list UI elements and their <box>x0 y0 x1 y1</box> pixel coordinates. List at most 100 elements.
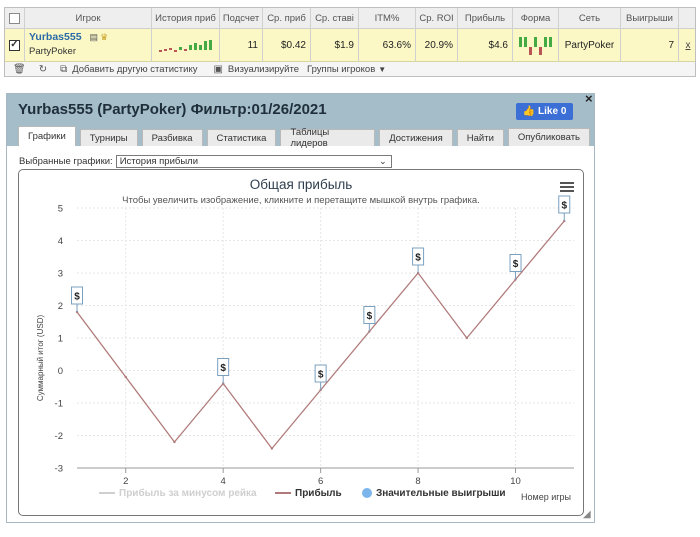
x-tick-label: 4 <box>221 476 226 487</box>
visualize-button[interactable]: ▣ Визуализируйте <box>213 64 299 75</box>
profit-point <box>465 336 469 340</box>
profit-series-line <box>76 220 565 450</box>
header-avg-roi[interactable]: Ср. ROI <box>416 8 458 28</box>
itm-cell: 63.6% <box>359 29 416 61</box>
dialog-titlebar[interactable]: Yurbas555 (PartyPoker) Фильтр:01/26/2021… <box>7 91 594 149</box>
player-groups-dropdown[interactable]: Группы игроков ▼ <box>307 64 386 75</box>
tab-find[interactable]: Найти <box>456 129 504 146</box>
stats-table-header: Игрок История приб Подсчет Ср. приб Ср. … <box>5 8 695 29</box>
form-bars <box>518 37 552 55</box>
thumbs-up-icon: 👍 <box>522 106 536 117</box>
y-tick-label: 5 <box>58 204 63 215</box>
header-wins[interactable]: Выигрыши <box>621 8 679 28</box>
header-player[interactable]: Игрок <box>25 8 152 28</box>
avg-profit-cell: $0.42 <box>263 29 311 61</box>
legend-rake-label: Прибыль за минусом рейка <box>119 487 257 499</box>
player-network: PartyPoker <box>29 46 76 57</box>
remove-row-button[interactable]: x <box>679 29 697 61</box>
y-tick-label: 3 <box>58 269 63 280</box>
header-count[interactable]: Подсчет <box>220 8 263 28</box>
trash-icon: 🗑 <box>13 64 26 75</box>
big-win-label: $ <box>561 201 567 212</box>
header-avg-profit[interactable]: Ср. приб <box>263 8 311 28</box>
x-tick-label: 8 <box>415 476 420 487</box>
header-spacer <box>679 8 697 28</box>
form-sparkline <box>513 29 559 61</box>
add-stats-button[interactable]: ⧉ Добавить другую статистику <box>60 64 197 75</box>
player-name-line: Yurbas555 ▤ ♛ <box>29 29 108 43</box>
legend-big-wins-label: Значительные выигрыши <box>376 488 506 499</box>
tab-achievements[interactable]: Достижения <box>379 129 453 146</box>
trophy-icon: ♛ <box>100 31 109 42</box>
big-win-label: $ <box>367 311 373 322</box>
facebook-like-button[interactable]: 👍 Like 0 <box>516 103 573 120</box>
player-name-link[interactable]: Yurbas555 <box>29 31 82 43</box>
image-icon: ▣ <box>213 64 223 75</box>
avg-stake-cell: $1.9 <box>311 29 359 61</box>
legend-big-wins-swatch <box>362 488 372 498</box>
selected-charts-label: Выбранные графики: <box>19 156 113 167</box>
tab-statistics[interactable]: Статистика <box>206 129 277 146</box>
y-tick-label: -2 <box>55 431 63 442</box>
profit-chart[interactable]: Общая прибыль Чтобы увеличить изображение… <box>19 170 583 515</box>
tab-breakdown[interactable]: Разбивка <box>141 129 203 146</box>
row-select-cell[interactable]: ✓ <box>5 29 25 61</box>
tab-charts[interactable]: Графики <box>18 126 76 146</box>
stats-table: Игрок История приб Подсчет Ср. приб Ср. … <box>4 7 696 77</box>
copy-icon: ⧉ <box>60 64 68 75</box>
stats-toolbar: 🗑 ↻ ⧉ Добавить другую статистику ▣ Визуали… <box>5 62 695 77</box>
close-dialog-button[interactable]: × <box>585 91 593 106</box>
profit-point <box>270 447 274 450</box>
header-avg-stake[interactable]: Ср. ставі <box>311 8 359 28</box>
chart-title: Общая прибыль <box>250 177 353 192</box>
y-axis-label: Суммарный итог (USD) <box>36 315 45 402</box>
row-checkbox[interactable]: ✓ <box>9 39 20 51</box>
profit-point <box>173 440 176 444</box>
player-dialog: Yurbas555 (PartyPoker) Фильтр:01/26/2021… <box>6 91 595 523</box>
count-cell: 11 <box>220 29 263 61</box>
chevron-down-icon: ⌄ <box>379 156 387 166</box>
big-win-label: $ <box>318 370 324 381</box>
avg-roi-cell: 20.9% <box>416 29 458 61</box>
x-axis-label: Номер игры <box>521 492 571 502</box>
caret-down-icon: ▼ <box>378 65 387 74</box>
chart-container[interactable]: Общая прибыль Чтобы увеличить изображение… <box>18 169 584 516</box>
dialog-tabs: Графики Турниры Разбивка Статистика Табл… <box>18 124 594 149</box>
resize-grip-icon[interactable]: ◢ <box>583 509 591 520</box>
header-form[interactable]: Форма <box>513 8 559 28</box>
refresh-button[interactable]: ↻ <box>39 64 52 75</box>
wins-cell: 7 <box>621 29 679 61</box>
big-win-label: $ <box>74 292 80 303</box>
delete-button[interactable]: 🗑 <box>13 64 31 75</box>
refresh-icon: ↻ <box>38 64 48 75</box>
tab-leaderboards[interactable]: Таблицы лидеров <box>280 127 376 149</box>
chart-select[interactable]: История прибыли ⌄ <box>115 155 392 168</box>
select-all-checkbox[interactable] <box>9 12 20 24</box>
table-row[interactable]: ✓ Yurbas555 ▤ ♛ PartyPoker 11 $0.42 $1.9… <box>5 29 695 62</box>
header-profit-history[interactable]: История приб <box>152 8 220 28</box>
profit-point <box>124 375 127 379</box>
y-tick-label: -3 <box>55 464 63 475</box>
big-win-label: $ <box>220 363 226 374</box>
profit-history-sparkline <box>152 29 220 61</box>
profit-cell: $4.6 <box>458 29 513 61</box>
network-cell: PartyPoker <box>559 29 621 61</box>
chart-menu-icon[interactable] <box>560 182 574 192</box>
y-tick-label: 0 <box>58 366 63 377</box>
notes-icon[interactable]: ▤ <box>90 32 99 43</box>
tab-tournaments[interactable]: Турниры <box>79 129 138 146</box>
x-tick-label: 10 <box>510 476 521 487</box>
header-network[interactable]: Сеть <box>559 8 621 28</box>
header-itm[interactable]: ITM% <box>359 8 416 28</box>
legend-profit-label: Прибыль <box>295 487 342 499</box>
big-win-label: $ <box>415 253 421 264</box>
y-tick-label: 2 <box>58 301 63 312</box>
publish-button[interactable]: Опубликовать <box>507 128 590 146</box>
header-profit[interactable]: Прибыль <box>458 8 513 28</box>
chart-subtitle: Чтобы увеличить изображение, кликните и … <box>122 195 480 206</box>
dialog-title: Yurbas555 (PartyPoker) Фильтр:01/26/2021 <box>18 101 327 118</box>
x-tick-label: 2 <box>123 476 128 487</box>
chart-select-row: Выбранные графики: История прибыли ⌄ <box>19 155 392 168</box>
select-all-cell[interactable] <box>5 8 25 28</box>
y-tick-label: 1 <box>58 334 63 345</box>
